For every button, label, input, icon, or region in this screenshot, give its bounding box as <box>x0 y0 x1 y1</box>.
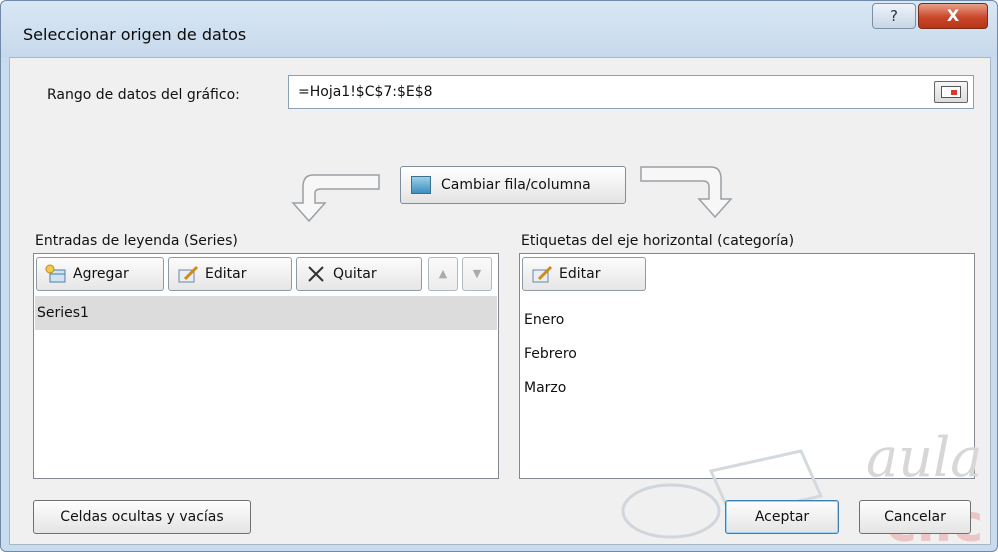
curved-arrow-left-icon <box>291 174 380 223</box>
ok-label: Aceptar <box>754 509 810 525</box>
cancel-label: Cancelar <box>884 509 946 525</box>
legend-entries-panel: Agregar Editar Quitar ▲ ▼ Series1 <box>33 253 499 479</box>
add-series-label: Agregar <box>73 266 129 282</box>
title-bar[interactable]: Seleccionar origen de datos ? X <box>1 1 997 57</box>
hidden-empty-cells-label: Celdas ocultas y vacías <box>60 509 224 525</box>
range-label: Rango de datos del gráfico: <box>47 87 240 103</box>
axis-labels-panel: Editar Enero Febrero Marzo <box>519 253 975 479</box>
cancel-button[interactable]: Cancelar <box>859 500 971 534</box>
legend-toolbar: Agregar Editar Quitar ▲ ▼ <box>34 254 498 296</box>
switch-row-column-label: Cambiar fila/columna <box>441 177 591 193</box>
switch-row-column-icon <box>411 176 431 194</box>
range-collapse-button[interactable] <box>934 81 968 103</box>
series-list-item[interactable]: Series1 <box>35 296 497 330</box>
move-down-button[interactable]: ▼ <box>462 257 492 291</box>
axis-labels-label: Etiquetas del eje horizontal (categoría) <box>521 233 795 249</box>
edit-axis-labels-icon <box>532 265 553 283</box>
range-select-icon <box>941 86 961 98</box>
legend-entries-label: Entradas de leyenda (Series) <box>35 233 238 249</box>
remove-icon <box>308 266 324 282</box>
remove-series-button[interactable]: Quitar <box>296 257 422 291</box>
edit-series-button[interactable]: Editar <box>168 257 292 291</box>
help-button[interactable]: ? <box>872 3 916 29</box>
close-button[interactable]: X <box>918 3 988 29</box>
category-list-item[interactable]: Marzo <box>524 380 566 396</box>
edit-axis-labels-button[interactable]: Editar <box>522 257 646 291</box>
move-up-button[interactable]: ▲ <box>428 257 458 291</box>
dialog-window: Seleccionar origen de datos ? X Rango de… <box>0 0 998 552</box>
category-list-item[interactable]: Enero <box>524 312 564 328</box>
dialog-title: Seleccionar origen de datos <box>23 25 247 44</box>
hidden-empty-cells-button[interactable]: Celdas ocultas y vacías <box>33 500 251 534</box>
edit-axis-labels-label: Editar <box>559 266 601 282</box>
switch-row-column-button[interactable]: Cambiar fila/columna <box>400 166 626 204</box>
ok-button[interactable]: Aceptar <box>725 500 839 534</box>
remove-series-label: Quitar <box>333 266 377 282</box>
edit-series-icon <box>178 265 199 283</box>
curved-arrow-right-icon <box>640 166 733 219</box>
category-list-item[interactable]: Febrero <box>524 346 577 362</box>
edit-series-label: Editar <box>205 266 247 282</box>
add-series-icon <box>45 264 66 283</box>
axis-labels-toolbar: Editar <box>520 254 974 296</box>
range-input[interactable]: =Hoja1!$C$7:$E$8 <box>288 75 974 109</box>
add-series-button[interactable]: Agregar <box>36 257 164 291</box>
